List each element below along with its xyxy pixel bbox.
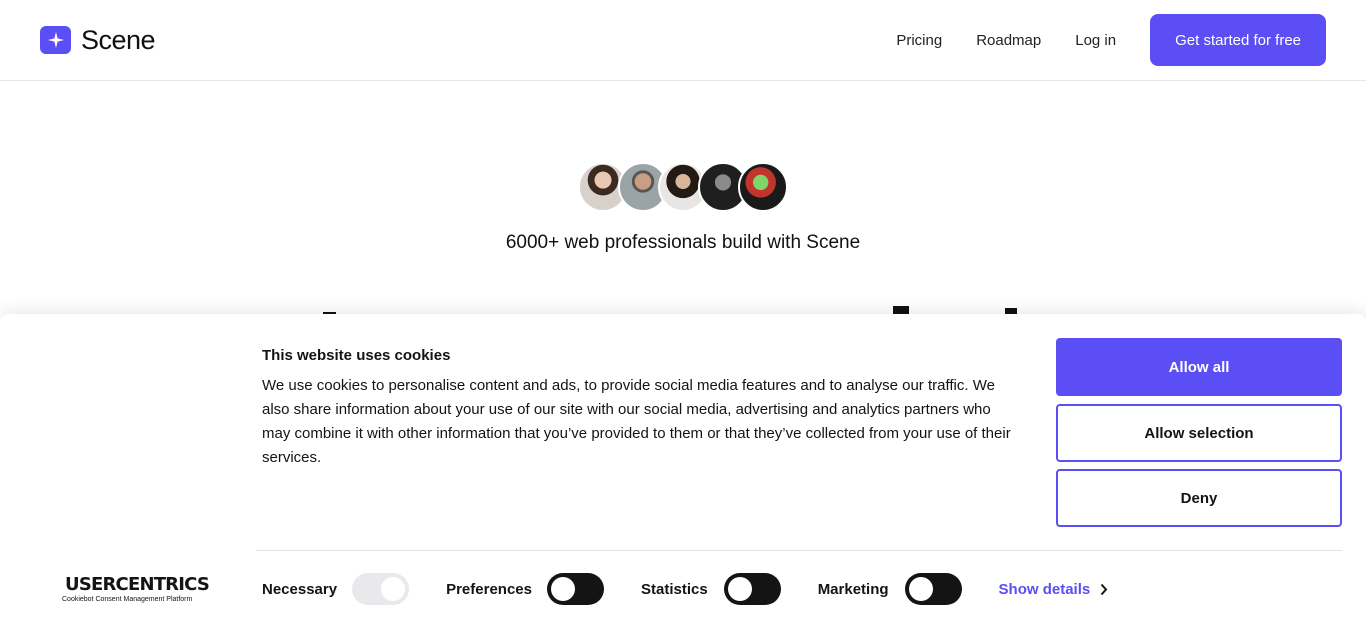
consent-toggles: Necessary Preferences Statistics Marketi…	[262, 572, 1108, 606]
banner-divider	[256, 550, 1342, 551]
chevron-right-icon	[1100, 583, 1108, 595]
preferences-toggle[interactable]	[546, 573, 604, 605]
get-started-button[interactable]: Get started for free	[1150, 14, 1326, 66]
brand-logo-link[interactable]: Scene	[40, 24, 156, 56]
customer-avatars	[578, 162, 788, 212]
provider-subtitle: Cookiebot Consent Management Platform	[62, 596, 193, 603]
consent-label-necessary: Necessary	[262, 580, 338, 598]
deny-button[interactable]: Deny	[1056, 469, 1342, 527]
show-details-link[interactable]: Show details	[999, 581, 1109, 598]
hero-tagline: 6000+ web professionals build with Scene	[505, 232, 861, 253]
hero-headline	[0, 276, 1366, 316]
cookie-description: We use cookies to personalise content an…	[262, 377, 1011, 466]
consent-label-statistics: Statistics	[640, 580, 708, 598]
nav-link-roadmap[interactable]: Roadmap	[976, 32, 1041, 49]
scene-logo-icon	[40, 26, 71, 54]
allow-all-button[interactable]: Allow all	[1056, 338, 1342, 396]
cookie-consent-banner: This website uses cookies We use cookies…	[0, 314, 1366, 629]
allow-selection-button[interactable]: Allow selection	[1056, 404, 1342, 462]
necessary-toggle	[352, 573, 410, 605]
site-header: Scene Pricing Roadmap Log in Get started…	[0, 0, 1366, 81]
nav-link-login[interactable]: Log in	[1075, 32, 1116, 49]
nav-link-pricing[interactable]: Pricing	[896, 32, 942, 49]
consent-label-marketing: Marketing	[817, 580, 889, 598]
cookie-title: This website uses cookies	[262, 347, 451, 364]
usercentrics-logo[interactable]: USERCENTRICS Cookiebot Consent Managemen…	[62, 574, 210, 603]
provider-name: USERCENTRICS	[65, 574, 210, 595]
show-details-label: Show details	[998, 580, 1091, 598]
main-nav: Pricing Roadmap Log in Get started for f…	[896, 14, 1326, 66]
consent-label-preferences: Preferences	[446, 580, 532, 598]
brand-name: Scene	[81, 24, 156, 55]
marketing-toggle[interactable]	[904, 573, 962, 605]
avatar	[738, 162, 788, 212]
statistics-toggle[interactable]	[723, 573, 781, 605]
